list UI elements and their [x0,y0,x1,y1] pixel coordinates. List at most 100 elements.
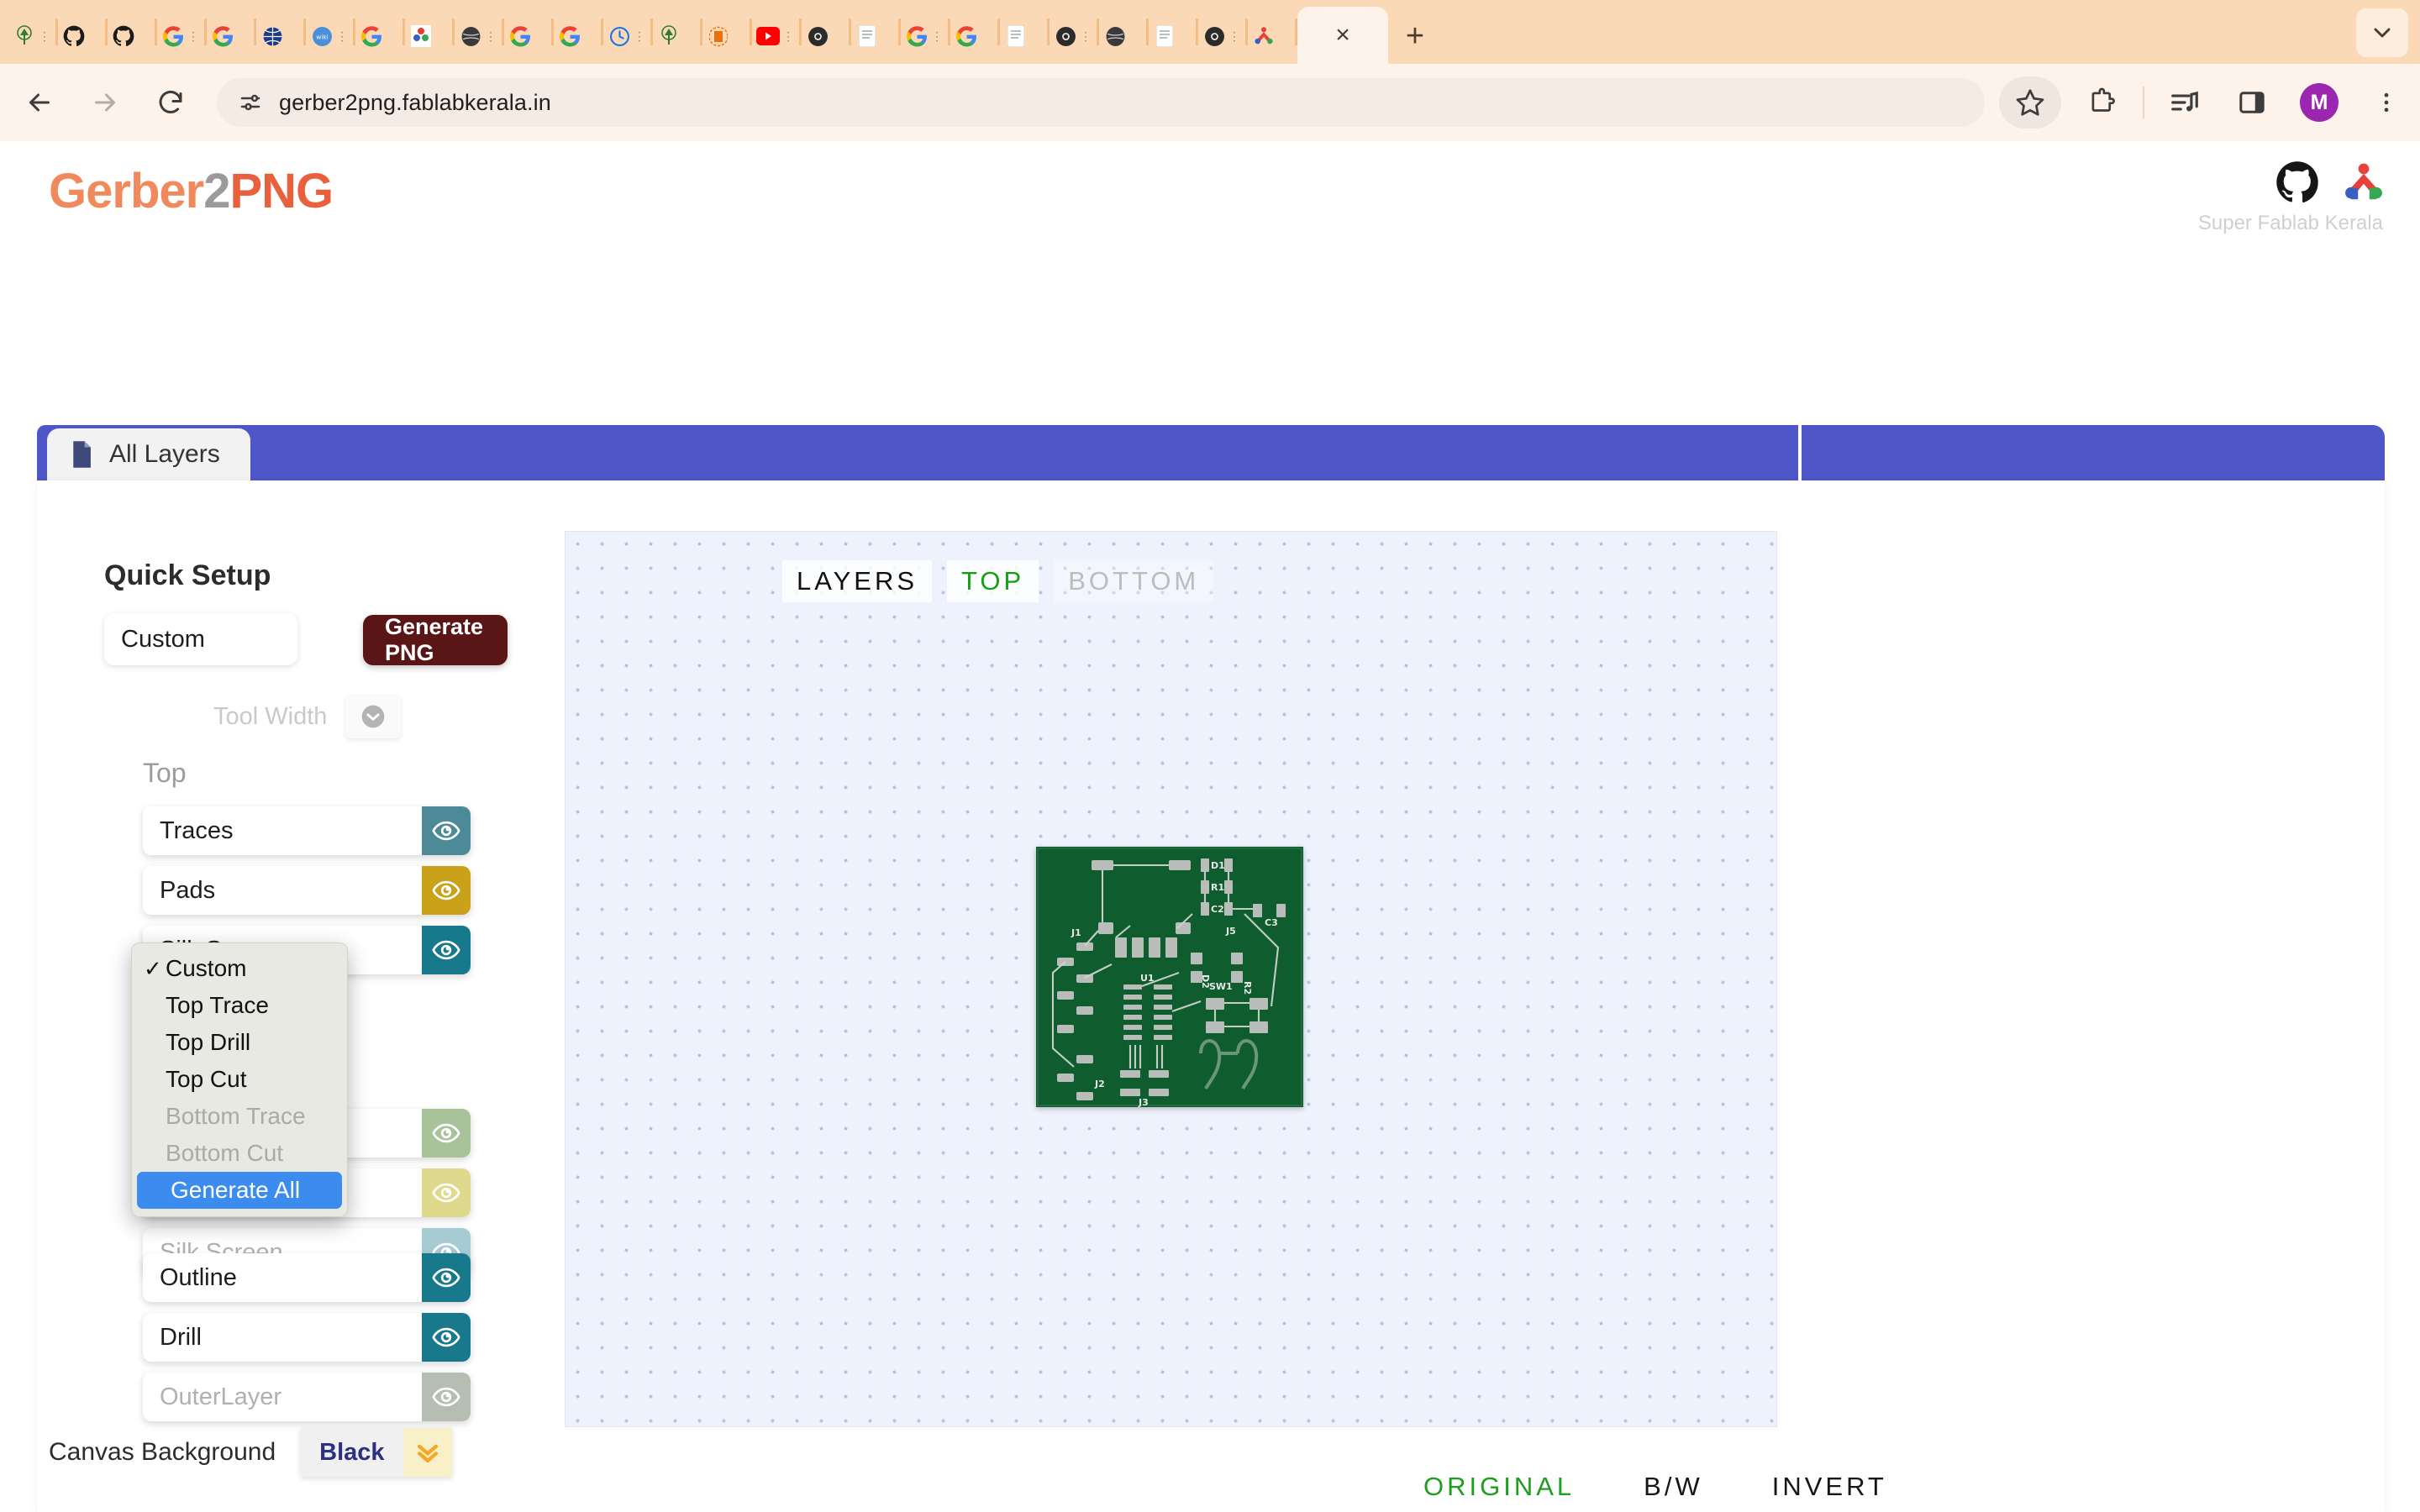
forward-button[interactable] [79,76,131,129]
side-panel-button[interactable] [2226,76,2278,129]
browser-tab[interactable] [702,8,750,64]
pcb-canvas[interactable]: LAYERS TOP BOTTOM D1 R1 C2 C3 J1 J2 J3 U… [565,531,1777,1427]
github-link[interactable] [2275,160,2319,204]
extensions-button[interactable] [2076,76,2128,129]
browser-tab[interactable] [554,8,601,64]
preset-select-value: Custom [121,625,205,653]
browser-tab[interactable]: ⋮ [603,8,650,64]
profile-button[interactable]: M [2293,76,2345,129]
browser-tab[interactable] [108,8,155,64]
generate-png-button[interactable]: Generate PNG [363,614,508,665]
browser-tab[interactable] [851,8,898,64]
layer-visibility-toggle[interactable] [422,1168,471,1217]
browser-tab[interactable] [802,8,849,64]
header-right: Super Fablab Kerala [2198,160,2386,235]
view-tab-top[interactable]: TOP [947,560,1039,602]
browser-tab[interactable] [653,8,700,64]
tab-search-button[interactable] [2356,8,2408,57]
browser-tab[interactable] [504,8,551,64]
tool-width-label: Tool Width [213,702,328,730]
mode-tab-invert[interactable]: INVERT [1772,1472,1887,1502]
left-control-panel: Quick Setup Custom Generate PNG Tool Wid… [37,480,508,1512]
svg-text:U1: U1 [1140,973,1155,984]
view-tab-layers[interactable]: LAYERS [782,560,933,602]
bookmark-star-button[interactable] [1999,76,2061,129]
media-playlist-button[interactable] [2159,76,2211,129]
active-browser-tab[interactable]: × [1297,7,1388,64]
browser-tab[interactable]: ⋮ [752,8,799,64]
browser-tab[interactable] [355,8,402,64]
layer-row[interactable]: Outline [143,1253,471,1302]
mode-tab-group: ORIGINAL B/W INVERT [1423,1472,1887,1502]
layer-visibility-toggle[interactable] [422,1109,471,1158]
browser-tab[interactable]: ⋮ [1198,8,1245,64]
dropdown-item[interactable]: Top Cut [132,1061,347,1098]
browser-tab[interactable] [256,8,303,64]
new-tab-button[interactable]: + [1388,8,1442,64]
svg-text:J1: J1 [1071,927,1081,938]
tool-width-row: Tool Width [213,695,402,738]
layer-visibility-toggle[interactable] [422,1253,471,1302]
page-title: Gerber2PNG [49,163,334,219]
browser-tab[interactable] [58,8,105,64]
browser-tab[interactable] [207,8,254,64]
browser-tab[interactable] [1149,8,1196,64]
layer-visibility-toggle[interactable] [422,1373,471,1421]
layer-row[interactable]: OuterLayer [143,1373,471,1421]
close-tab-icon[interactable]: × [1335,21,1350,50]
dropdown-item[interactable]: ✓ Custom [132,950,347,987]
layer-row[interactable]: Drill [143,1313,471,1362]
eye-glyph [432,1183,460,1203]
page-content: Gerber2PNG Super Fablab Kerala All Layer… [0,141,2420,1512]
mode-tab-original[interactable]: ORIGINAL [1423,1472,1575,1502]
chrome-blue-icon: wiki [309,24,334,49]
fablab-logo-link[interactable] [2341,160,2386,205]
svg-text:C2: C2 [1211,904,1224,915]
browser-tab[interactable] [950,8,997,64]
reload-icon [159,91,182,113]
browser-tab[interactable] [1248,8,1295,64]
site-settings-icon[interactable] [235,87,266,118]
double-chevron-down-icon[interactable] [402,1428,452,1477]
browser-tab[interactable]: ⋮ [157,8,204,64]
fablab-icon [1251,24,1276,49]
browser-tab[interactable]: ⋮ [455,8,502,64]
dropdown-item-label: Top Drill [166,1029,251,1055]
layer-row[interactable]: Traces [143,806,471,855]
layer-visibility-toggle[interactable] [422,1313,471,1362]
tab-all-layers-label: All Layers [109,440,220,468]
preset-select[interactable]: Custom [104,613,297,665]
browser-tab[interactable] [1099,8,1146,64]
browser-tab[interactable]: ⋮ [8,8,55,64]
browser-tab[interactable]: ⋮ [1050,8,1097,64]
dropdown-item[interactable]: Generate All [137,1172,342,1209]
back-button[interactable] [13,76,66,129]
preset-dropdown-menu[interactable]: ✓ Custom Top Trace Top Drill Top Cut Bottom T… [131,942,348,1217]
browser-tab[interactable] [1000,8,1047,64]
more-menu-button[interactable] [2360,76,2412,129]
globe-grid-icon [260,24,285,49]
dropdown-item[interactable]: Top Trace [132,987,347,1024]
address-bar[interactable]: gerber2png.fablabkerala.in [217,78,1985,127]
eye-glyph [432,1327,460,1347]
layer-visibility-toggle[interactable] [422,926,471,974]
tab-all-layers[interactable]: All Layers [47,428,250,480]
reload-button[interactable] [145,76,197,129]
browser-tab[interactable] [405,8,452,64]
mode-tab-b-w[interactable]: B/W [1644,1472,1703,1502]
chrome-icon [1202,24,1227,49]
layer-visibility-toggle[interactable] [422,866,471,915]
tab-bar-segment-left: All Layers [37,425,1798,480]
layer-name: OuterLayer [160,1383,282,1410]
browser-tab[interactable]: wiki ⋮ [306,8,353,64]
canvas-background-select[interactable]: Black [301,1428,452,1477]
document-icon [73,441,91,468]
brand-part-2: 2 [203,164,230,218]
layer-visibility-toggle[interactable] [422,806,471,855]
layer-row[interactable]: Pads [143,866,471,915]
svg-text:R2: R2 [1242,981,1253,995]
tool-width-select[interactable] [345,695,402,738]
dropdown-item[interactable]: Top Drill [132,1024,347,1061]
dropdown-item-label: Custom [166,955,247,981]
browser-tab[interactable]: ⋮ [901,8,948,64]
